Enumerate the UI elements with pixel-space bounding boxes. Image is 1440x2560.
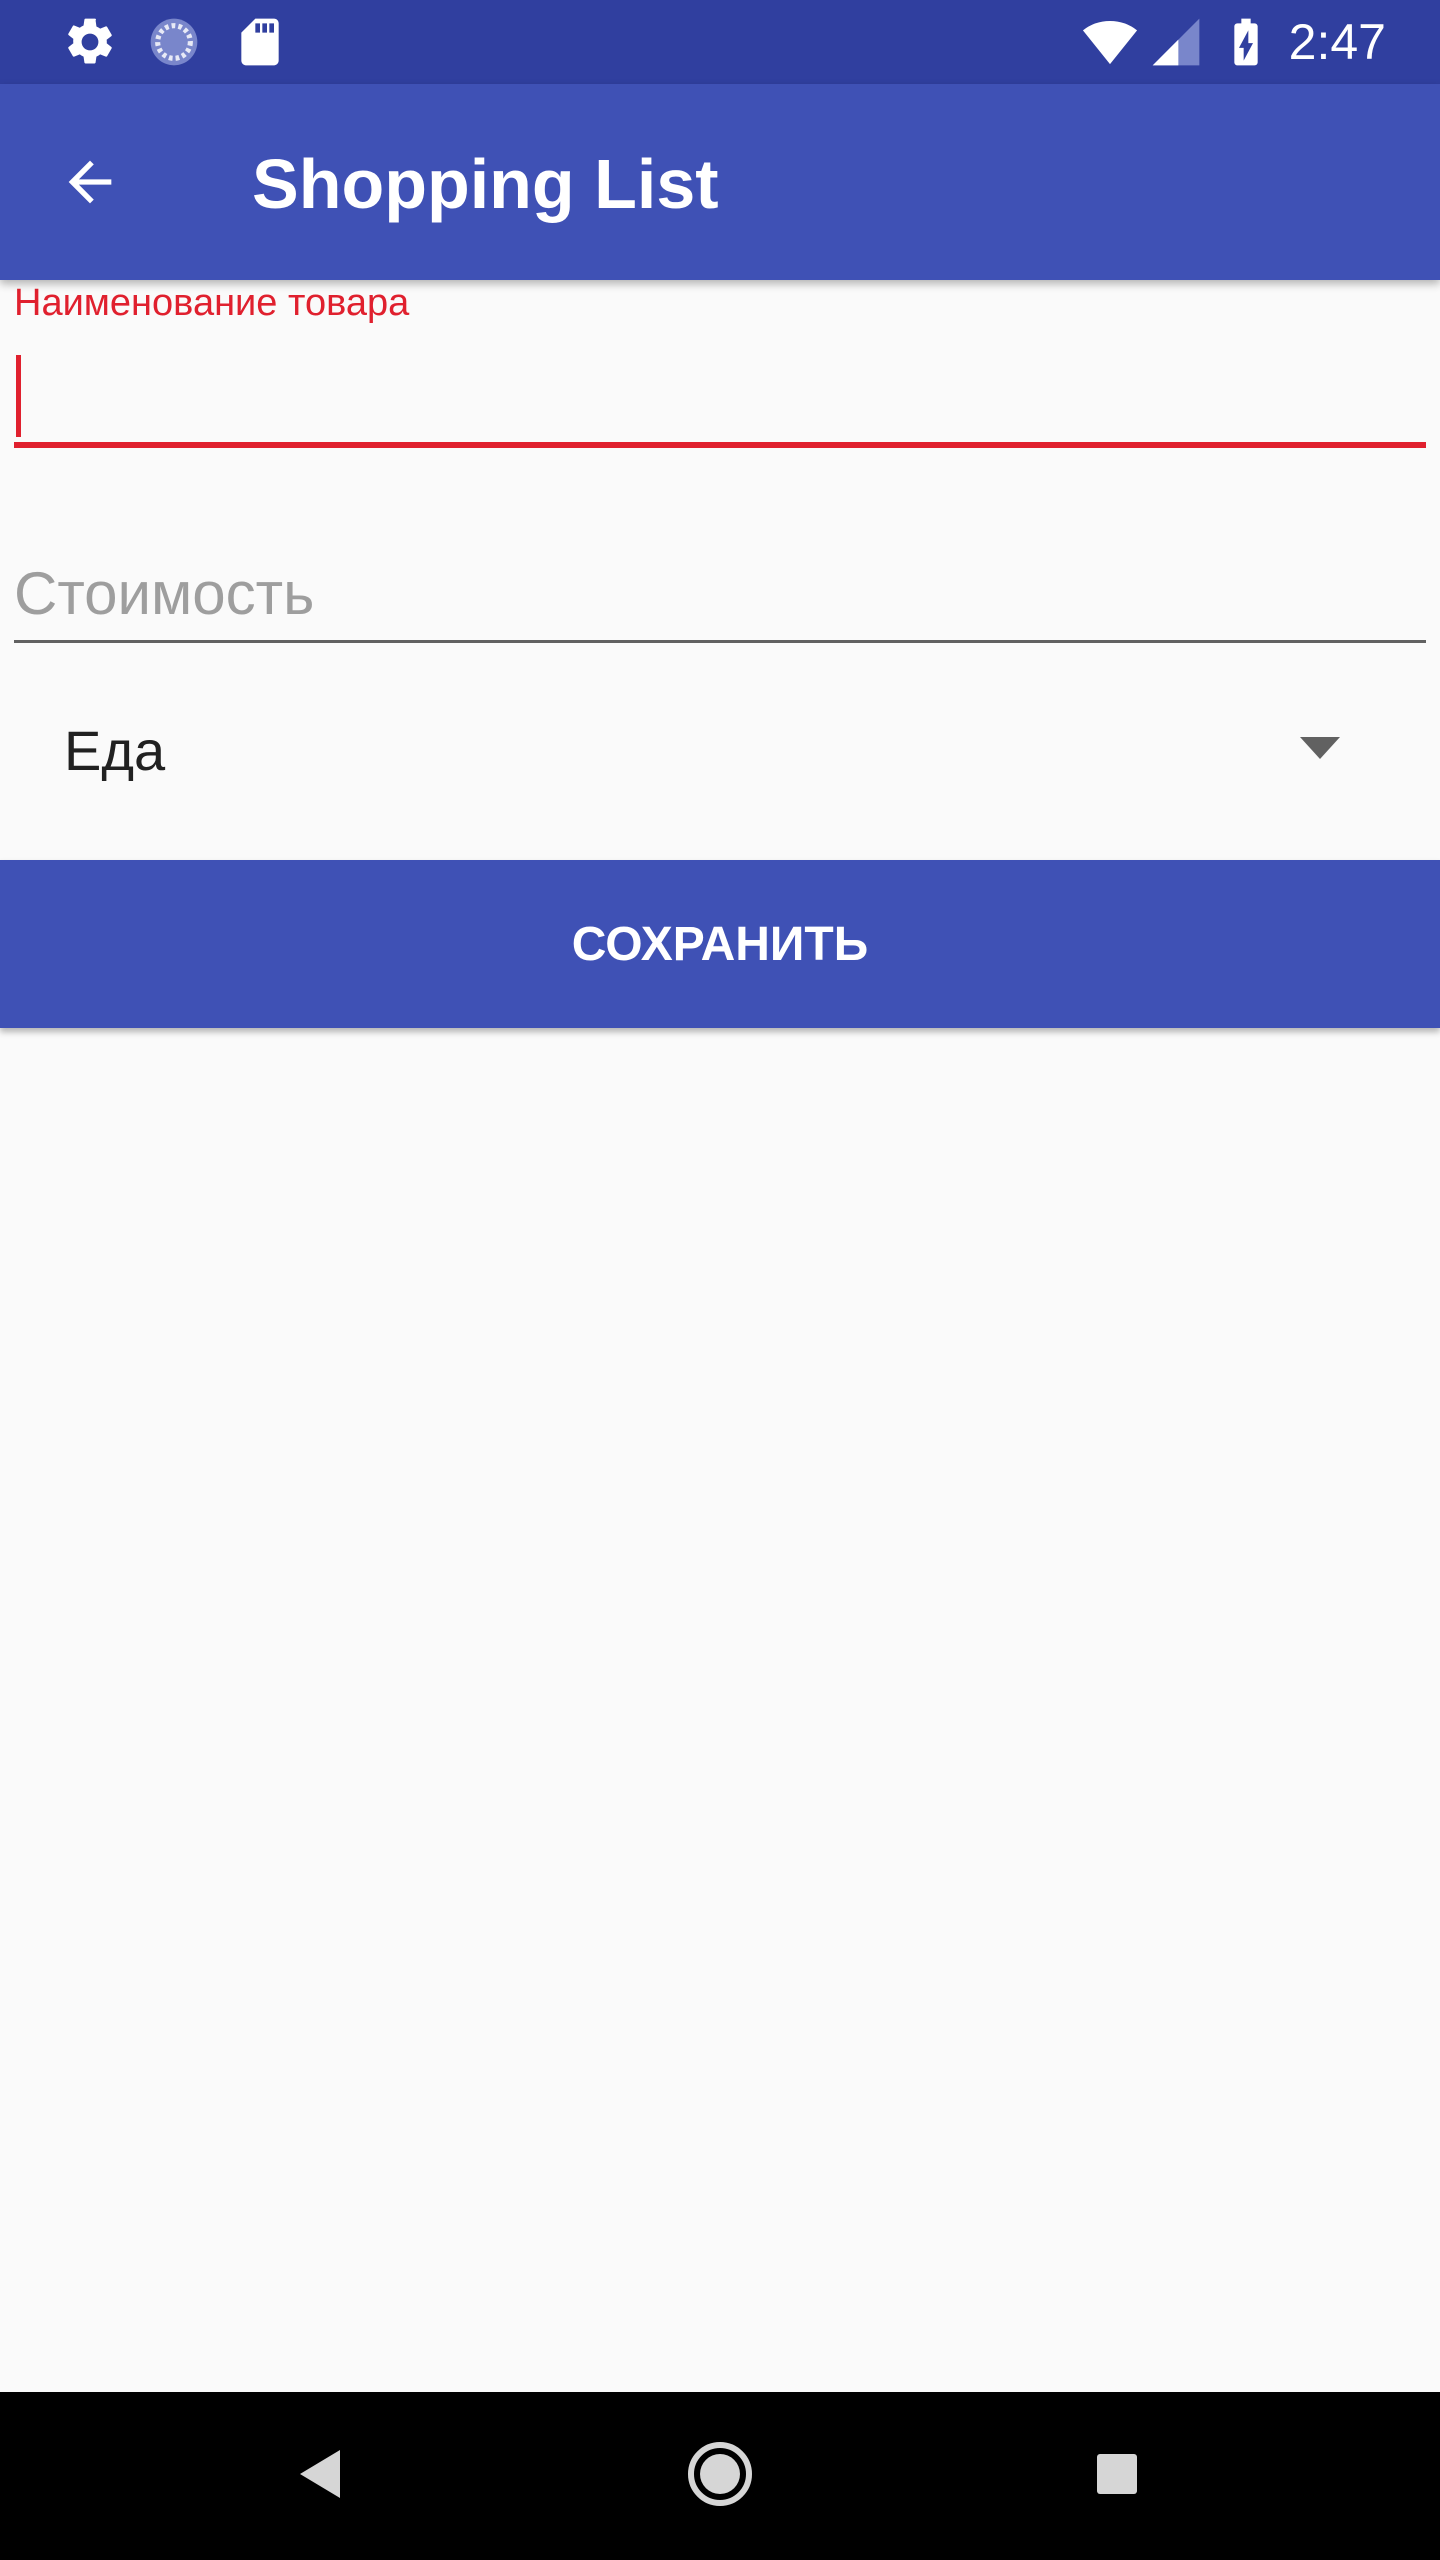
battery-charging-icon	[1218, 14, 1274, 70]
cell-signal-icon	[1148, 14, 1204, 70]
wifi-icon	[1082, 14, 1138, 70]
navigation-bar	[0, 2392, 1440, 2560]
price-input-underline	[14, 640, 1426, 643]
settings-icon	[62, 14, 118, 70]
recents-square-icon	[1095, 2452, 1139, 2501]
status-bar: 2:47	[0, 0, 1440, 84]
name-field-label: Наименование товара	[14, 282, 410, 324]
status-time: 2:47	[1288, 14, 1386, 70]
app-bar: Shopping List	[0, 84, 1440, 280]
arrow-back-icon	[58, 150, 122, 219]
back-triangle-icon	[296, 2448, 344, 2505]
category-spinner[interactable]: Еда	[0, 680, 1440, 820]
price-input[interactable]	[14, 548, 1426, 638]
text-cursor	[16, 355, 21, 437]
back-button[interactable]	[42, 136, 138, 232]
category-selected-value: Еда	[64, 719, 166, 782]
dropdown-arrow-icon	[1300, 737, 1340, 761]
page-title: Shopping List	[252, 145, 719, 223]
name-input[interactable]	[14, 340, 1426, 450]
save-button[interactable]: СОХРАНИТЬ	[0, 860, 1440, 1028]
nav-back-button[interactable]	[272, 2428, 368, 2524]
name-input-underline	[14, 442, 1426, 448]
home-circle-icon	[686, 2440, 754, 2513]
nav-home-button[interactable]	[672, 2428, 768, 2524]
sync-icon	[146, 14, 202, 70]
sd-card-icon	[232, 14, 288, 70]
nav-recents-button[interactable]	[1069, 2428, 1165, 2524]
